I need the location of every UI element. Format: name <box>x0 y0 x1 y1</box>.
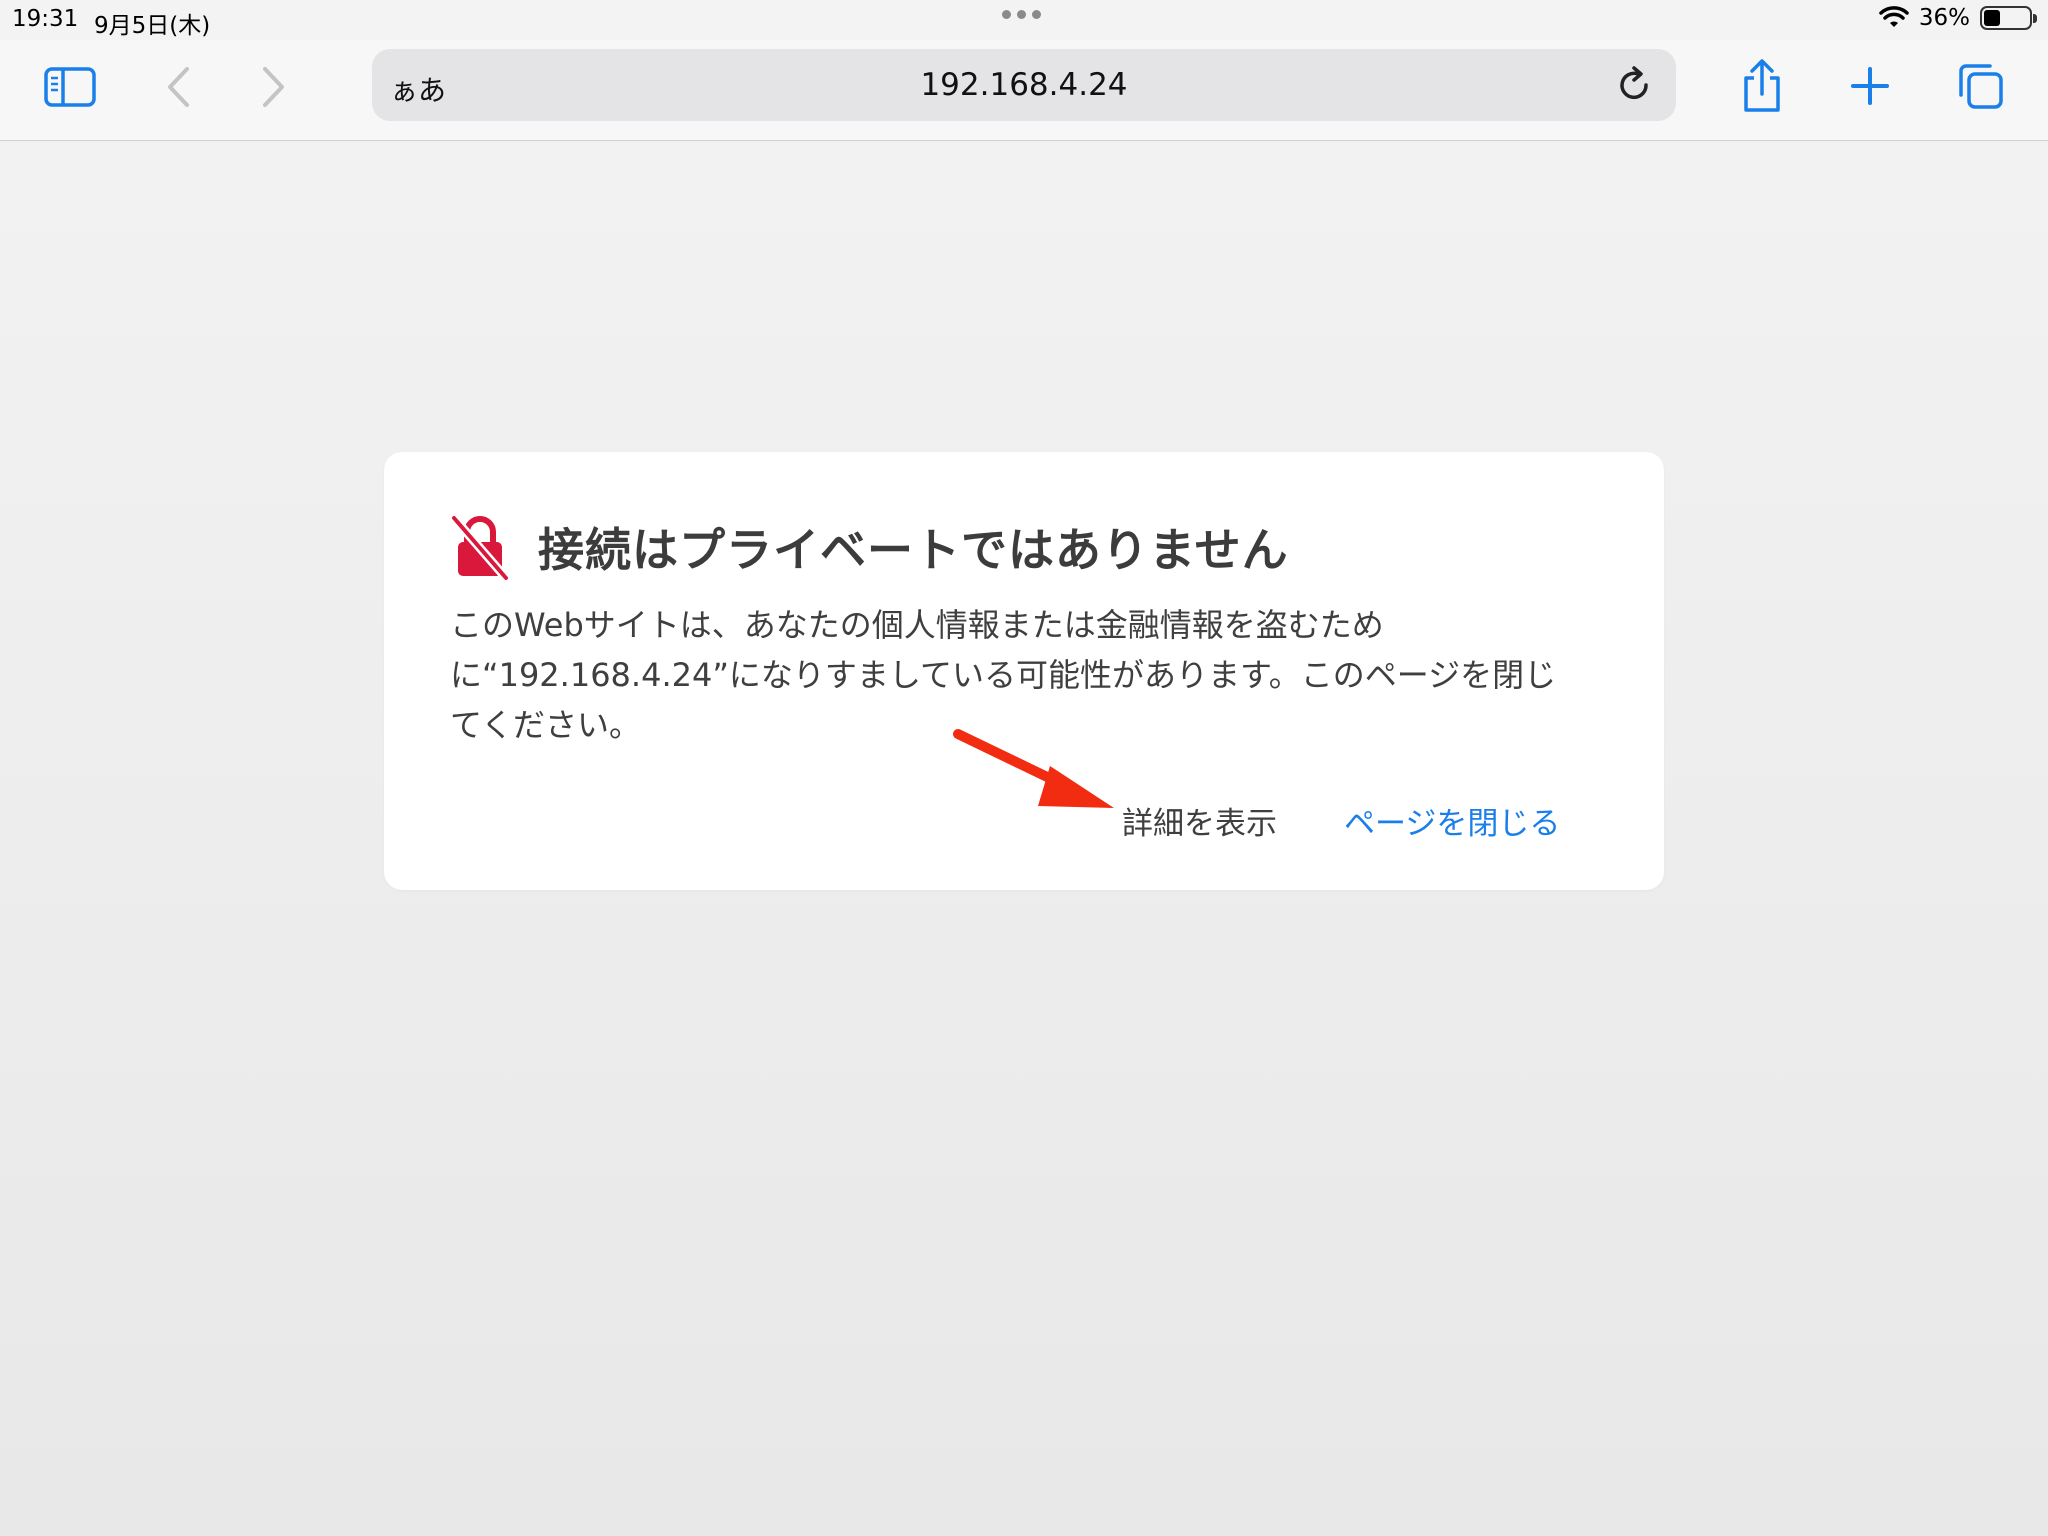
status-bar: 19:31 9月5日(木) 36% <box>0 0 2048 40</box>
new-tab-button[interactable] <box>1846 62 1894 110</box>
show-details-button[interactable]: 詳細を表示 <box>1122 798 1277 843</box>
battery-percent: 36% <box>1918 5 1970 31</box>
plus-icon <box>1851 67 1889 105</box>
sidebar-button[interactable] <box>40 62 100 112</box>
annotation-arrow-icon <box>953 729 1114 808</box>
back-button[interactable] <box>158 62 198 112</box>
forward-button[interactable] <box>254 62 294 112</box>
share-button[interactable] <box>1736 54 1788 118</box>
battery-fill <box>1984 10 2000 26</box>
browser-toolbar: ぁあ 192.168.4.24 <box>0 40 2048 141</box>
reload-icon[interactable] <box>1614 65 1654 105</box>
status-date: 9月5日(木) <box>94 13 211 39</box>
back-icon <box>168 67 189 107</box>
tabs-icon <box>1959 64 2003 109</box>
tabs-overview-button[interactable] <box>1954 60 2008 114</box>
wifi-icon <box>1879 6 1909 27</box>
share-icon <box>1744 59 1780 112</box>
status-time: 19:31 <box>12 6 79 32</box>
battery-icon <box>1980 6 2037 30</box>
forward-icon <box>263 67 284 107</box>
privacy-error-card: 接続はプライベートではありません このWebサイトは、あなたの個人情報または金融… <box>384 452 1664 890</box>
url-text[interactable]: 192.168.4.24 <box>372 67 1676 103</box>
broken-lock-icon <box>450 515 510 580</box>
status-indicators: 36% <box>1879 5 2037 31</box>
error-title: 接続はプライベートではありません <box>538 523 1289 577</box>
sidebar-icon <box>44 67 96 107</box>
multitasking-dots-icon[interactable] <box>1002 10 1041 19</box>
close-page-button[interactable]: ページを閉じる <box>1344 798 1560 843</box>
address-bar[interactable]: ぁあ 192.168.4.24 <box>372 49 1676 121</box>
